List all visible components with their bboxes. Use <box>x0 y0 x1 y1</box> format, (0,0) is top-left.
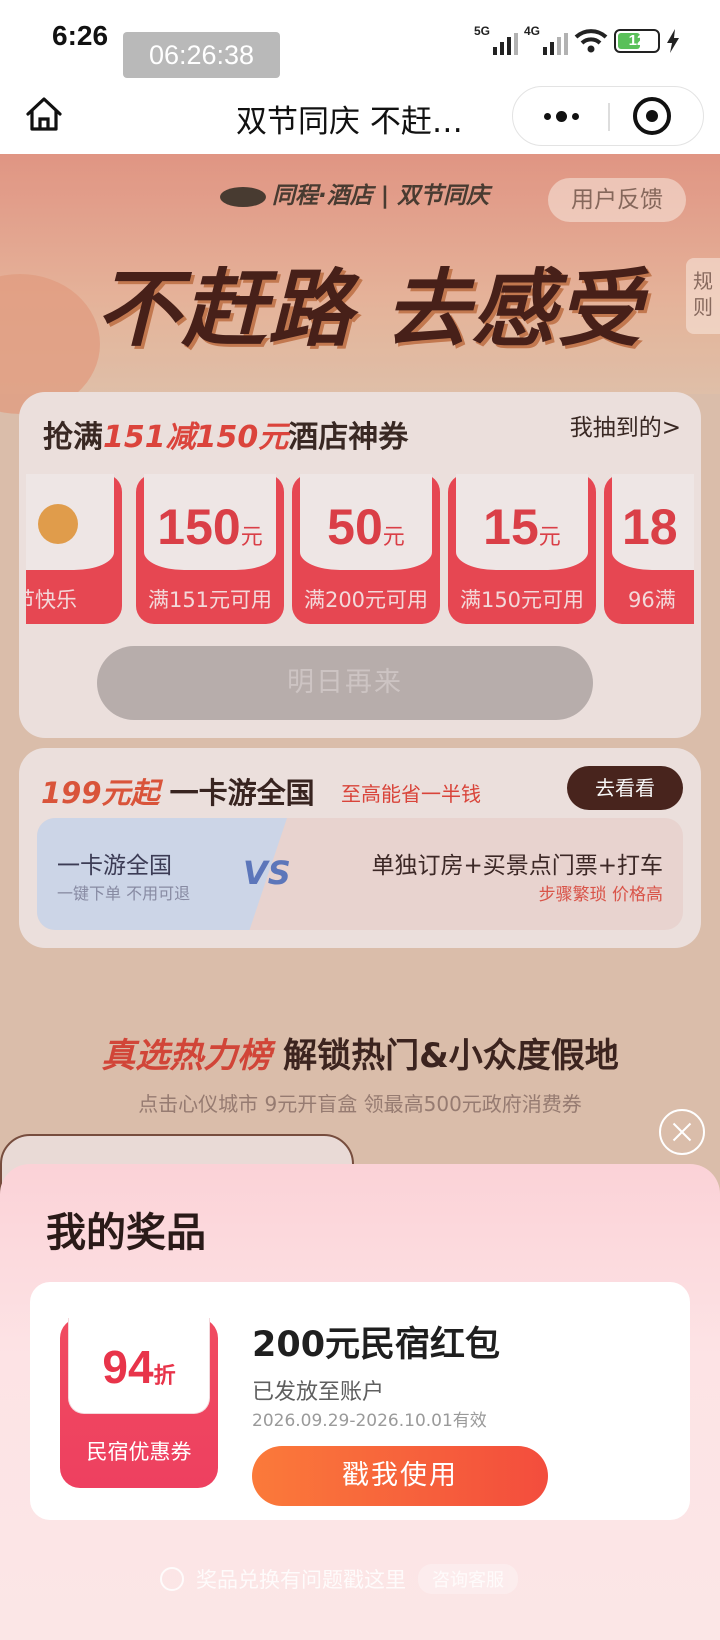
chat-bubble-icon <box>160 1567 184 1591</box>
prize-card: 94折 民宿优惠券 200元民宿红包 已发放至账户 2026.09.29-202… <box>30 1282 690 1520</box>
prize-name: 200元民宿红包 <box>252 1325 501 1365</box>
exit-mini-program-button[interactable] <box>633 97 671 135</box>
charging-icon <box>667 29 679 53</box>
status-bar: 6:26 06:26:38 5G 4G 12 <box>0 0 720 84</box>
discount-ticket: 94折 民宿优惠券 <box>60 1318 218 1488</box>
home-icon[interactable] <box>22 92 66 136</box>
nav-bar: 双节同庆 不赶… <box>0 84 720 154</box>
page-title: 双节同庆 不赶… <box>236 104 463 140</box>
my-prizes-sheet: 我的奖品 94折 民宿优惠券 200元民宿红包 已发放至账户 2026.09.2… <box>0 1164 720 1640</box>
time-overlay: 06:26:38 <box>123 32 280 78</box>
more-menu-button[interactable] <box>513 87 609 145</box>
battery-icon: 12 <box>614 29 660 53</box>
prize-help[interactable]: 奖品兑换有问题戳这里 咨询客服 <box>160 1564 518 1594</box>
close-popup-button[interactable] <box>659 1109 705 1155</box>
status-icons: 5G 4G 12 <box>474 24 680 56</box>
prize-validity: 2026.09.29-2026.10.01有效 <box>252 1411 487 1431</box>
clock: 6:26 <box>52 20 109 51</box>
contact-service-button[interactable]: 咨询客服 <box>418 1564 518 1594</box>
mini-program-capsule <box>512 86 704 146</box>
signal-5g-icon: 5G <box>474 24 518 55</box>
sheet-title: 我的奖品 <box>46 1210 206 1256</box>
wifi-icon <box>574 29 608 53</box>
signal-4g-icon: 4G <box>524 24 568 55</box>
use-now-button[interactable]: 戳我使用 <box>252 1446 548 1506</box>
prize-status: 已发放至账户 <box>252 1380 385 1405</box>
